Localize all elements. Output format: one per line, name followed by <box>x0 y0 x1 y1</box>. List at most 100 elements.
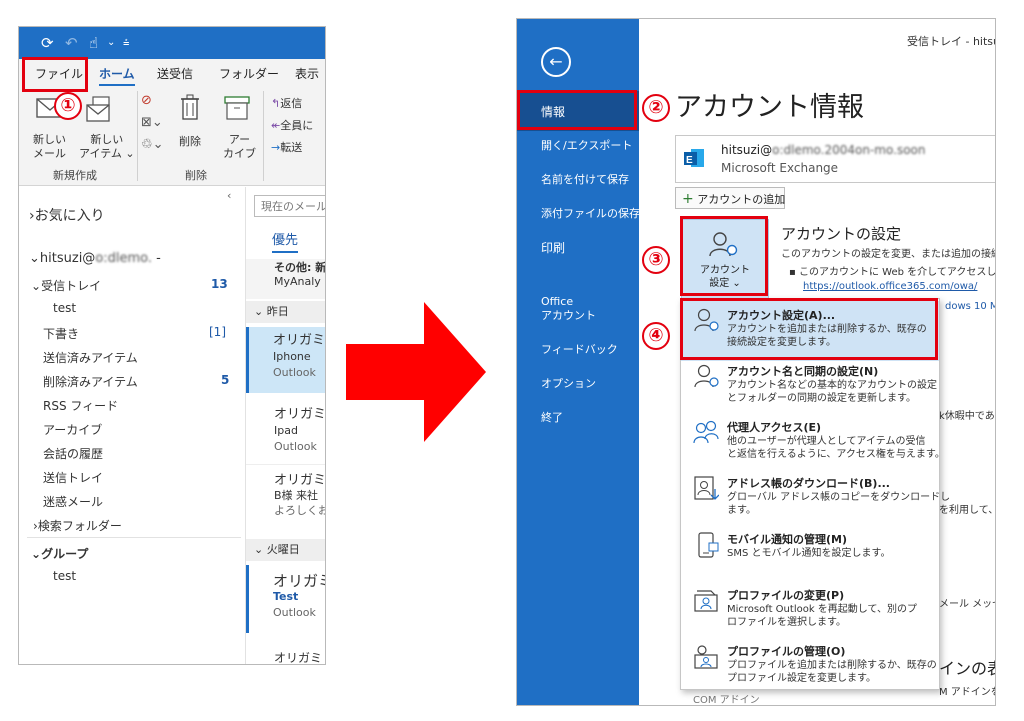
tab-folder[interactable]: フォルダー <box>219 65 279 82</box>
menu-item-manage-profiles[interactable]: プロファイルの管理(O) プロファイルを追加または削除するか、既存の プロファイ… <box>681 637 939 697</box>
groups-header[interactable]: ⌄グループ <box>31 545 88 562</box>
account-email: hitsuzi@o:dlemo.2004on-mo.soon <box>721 143 926 157</box>
owa-link[interactable]: https://outlook.office365.com/owa/ <box>803 281 977 292</box>
delete-button[interactable]: 削除 <box>179 135 201 149</box>
nav-item-options[interactable]: オプション <box>541 377 596 391</box>
account-settings-title: アカウントの設定 <box>781 225 902 243</box>
side-fragment: メール メッセ <box>939 599 996 610</box>
list-item[interactable]: オリガミ <box>246 649 325 664</box>
ignore-icon[interactable]: ⊘ <box>141 93 152 108</box>
new-item-icon[interactable] <box>85 95 115 123</box>
side-fragment: k休暇中であ <box>939 411 995 422</box>
delegate-icon <box>693 420 719 444</box>
other-notice[interactable]: その他: 新 MyAnaly <box>246 259 325 299</box>
menu-item-mobile-notifications[interactable]: モバイル通知の管理(M) SMS とモバイル通知を設定します。 <box>681 525 939 585</box>
divider <box>27 537 241 538</box>
undo-icon[interactable]: ↶ <box>65 34 78 52</box>
highlight-info-nav <box>517 90 637 130</box>
new-item-button[interactable]: 新しい アイテム ⌄ <box>79 133 135 161</box>
tab-view[interactable]: 表示 <box>295 65 319 82</box>
folder-deleted[interactable]: 削除済みアイテム <box>43 373 138 390</box>
folder-outbox[interactable]: 送信トレイ <box>43 469 103 486</box>
account-settings-desc: このアカウントの設定を変更、または追加の接続を <box>781 249 996 260</box>
chevron-down-icon[interactable]: ⌄ <box>107 34 115 52</box>
menu-item-account-name-sync[interactable]: アカウント名と同期の設定(N) アカウント名などの基本的なアカウントの設定 とフ… <box>681 357 939 417</box>
archive-button[interactable]: アー カイブ <box>223 133 256 161</box>
group-test[interactable]: test <box>53 569 76 583</box>
menu-item-delegate-access[interactable]: 代理人アクセス(E) 他のユーザーが代理人としてアイテムの受信 と返信を行えるよ… <box>681 413 945 473</box>
folder-archive[interactable]: アーカイブ <box>43 421 102 438</box>
inbox-count: 13 <box>211 277 228 291</box>
list-item[interactable]: オリガミ B様 来社 よろしくお <box>246 467 325 531</box>
folder-pane: ‹ ›お気に入り ⌄hitsuzi@o:dlemo. - ⌄受信トレイ 13 t… <box>19 187 245 664</box>
folder-junk[interactable]: 迷惑メール <box>43 493 103 510</box>
touch-mode-icon[interactable]: ☝ <box>89 34 98 52</box>
side-fragment: dows 10 M <box>945 301 996 312</box>
folder-sent[interactable]: 送信済みアイテム <box>43 349 138 366</box>
list-item[interactable]: オリガミ Ipad Outlook <box>246 401 325 465</box>
outlook-main-window: ⟳ ↶ ☝ ⌄ ⩮ ファイル ホーム 送受信 フォルダー 表示 新しい メール … <box>18 26 326 665</box>
folder-history[interactable]: 会話の履歴 <box>43 445 103 462</box>
step-1-marker: ① <box>54 92 82 120</box>
account-type: Microsoft Exchange <box>721 161 839 175</box>
quick-access-toolbar: ⟳ ↶ ☝ ⌄ ⩮ <box>19 27 325 59</box>
manage-profiles-icon <box>694 645 718 669</box>
exchange-icon: E <box>683 147 705 169</box>
sync-icon[interactable]: ⟳ <box>41 34 54 52</box>
tab-focused[interactable]: 優先 <box>272 229 299 253</box>
list-item[interactable]: オリガミ Iphone Outlook <box>246 327 325 393</box>
list-item[interactable]: オリガミ Test Outlook <box>246 565 325 633</box>
date-header-yesterday: ⌄ 昨日 <box>246 301 325 323</box>
step-4-marker: ④ <box>642 322 670 350</box>
step-2-marker: ② <box>642 94 670 122</box>
customize-qat-icon[interactable]: ⩮ <box>123 34 129 52</box>
nav-item-save-as[interactable]: 名前を付けて保存 <box>541 173 629 187</box>
nav-item-save-attachments[interactable]: 添付ファイルの保存 <box>541 207 640 221</box>
change-profile-icon <box>694 590 718 612</box>
menu-item-download-address-book[interactable]: アドレス帳のダウンロード(B)... グローバル アドレス帳のコピーをダウンロー… <box>681 469 950 529</box>
nav-item-print[interactable]: 印刷 <box>541 241 565 255</box>
account-sync-icon <box>694 364 719 388</box>
nav-item-office-account[interactable]: Office アカウント <box>541 295 596 323</box>
red-arrow <box>346 302 506 442</box>
search-input[interactable]: 現在のメール <box>254 195 325 217</box>
folder-test[interactable]: test <box>53 301 76 315</box>
junk-icon[interactable]: ♲⌄ <box>141 137 164 152</box>
back-icon[interactable]: ← <box>541 47 571 77</box>
trash-icon[interactable] <box>179 93 201 123</box>
side-fragment: M アドインを <box>939 687 996 698</box>
nav-item-open-export[interactable]: 開く/エクスポート <box>541 139 632 153</box>
menu-item-change-profile[interactable]: プロファイルの変更(P) Microsoft Outlook を再起動して、別の… <box>681 581 939 641</box>
favorites-header[interactable]: ›お気に入り <box>29 205 105 225</box>
forward-button[interactable]: →転送 <box>271 141 302 155</box>
new-mail-button[interactable]: 新しい メール <box>33 133 66 161</box>
reply-all-button[interactable]: ↞全員に <box>271 119 313 133</box>
collapse-icon[interactable]: ‹ <box>227 189 231 202</box>
folder-rss[interactable]: RSS フィード <box>43 397 118 414</box>
group-label-delete: 削除 <box>185 169 207 182</box>
deleted-count: 5 <box>221 373 230 387</box>
reply-icon: ↰ <box>271 97 281 110</box>
reply-button[interactable]: ↰返信 <box>271 97 302 111</box>
window-title: 受信トレイ - hitsuz <box>907 35 996 48</box>
date-header-tuesday: ⌄ 火曜日 <box>246 539 325 561</box>
group-divider <box>263 91 264 181</box>
cleanup-icon[interactable]: ⊠⌄ <box>141 115 163 130</box>
group-divider <box>137 91 138 181</box>
add-account-button[interactable]: + アカウントの追加 <box>675 187 785 209</box>
drafts-count: [1] <box>209 325 226 339</box>
message-list: 現在のメール 優先 その他: 新 MyAnaly ⌄ 昨日 オリガミ Iphon… <box>245 187 325 664</box>
side-fragment: インの表 <box>939 659 995 678</box>
tab-home[interactable]: ホーム <box>99 65 135 86</box>
tab-send-receive[interactable]: 送受信 <box>157 65 193 82</box>
highlight-file-tab <box>22 57 88 92</box>
folder-search[interactable]: ›検索フォルダー <box>33 517 122 534</box>
archive-icon[interactable] <box>223 95 251 121</box>
folder-drafts[interactable]: 下書き <box>43 325 79 342</box>
nav-item-feedback[interactable]: フィードバック <box>541 343 618 357</box>
highlight-account-settings-item <box>680 298 938 360</box>
account-header[interactable]: ⌄hitsuzi@o:dlemo. - <box>29 251 161 266</box>
reply-all-icon: ↞ <box>271 119 281 132</box>
folder-inbox[interactable]: ⌄受信トレイ <box>31 277 101 294</box>
nav-item-exit[interactable]: 終了 <box>541 411 563 425</box>
